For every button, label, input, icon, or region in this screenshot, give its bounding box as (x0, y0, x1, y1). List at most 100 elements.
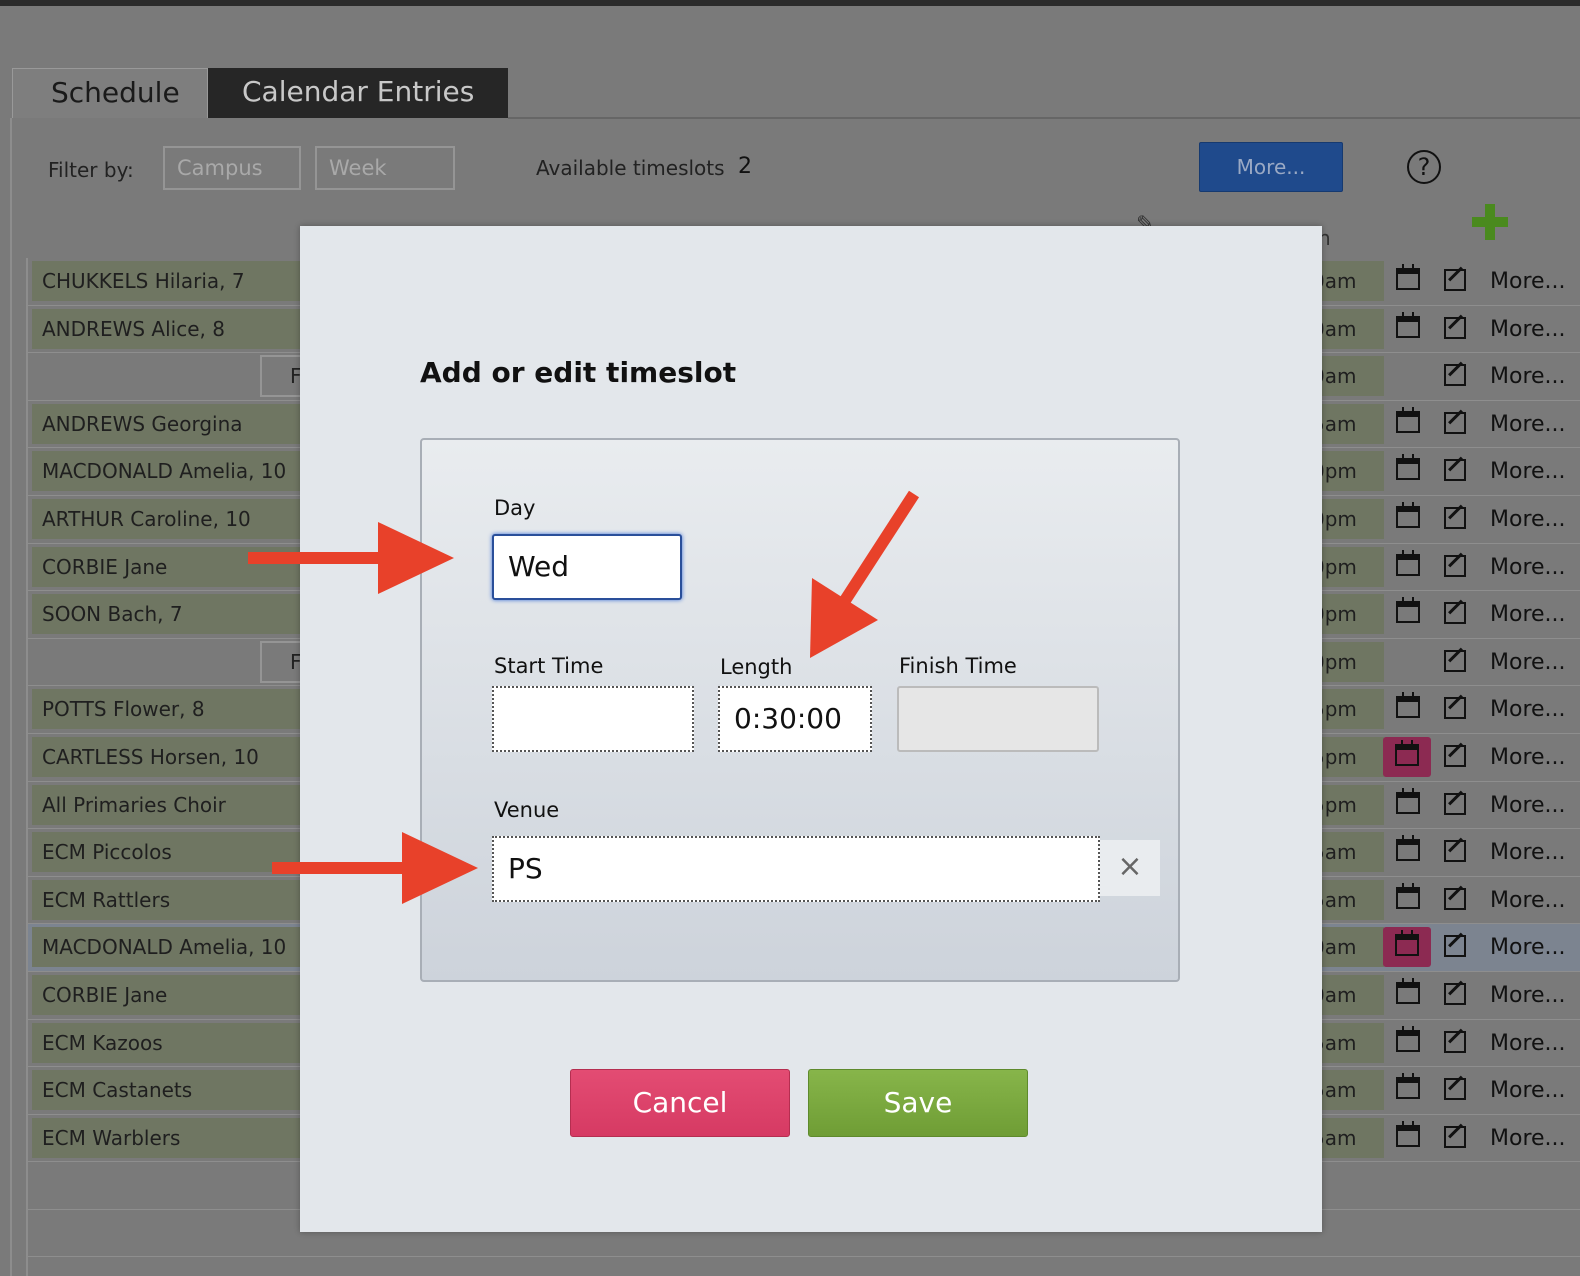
calendar-icon[interactable] (1396, 882, 1420, 909)
add-plus-icon[interactable] (1472, 204, 1508, 240)
calendar-icon[interactable] (1396, 311, 1420, 338)
edit-icon[interactable] (1444, 840, 1466, 863)
tab-divider (508, 117, 1580, 119)
edit-icon[interactable] (1444, 459, 1466, 482)
save-button[interactable]: Save (808, 1069, 1028, 1137)
more-button[interactable]: More... (1199, 142, 1343, 192)
row-more-link[interactable]: More... (1490, 1020, 1566, 1067)
calendar-icon[interactable] (1396, 835, 1420, 862)
row-name[interactable]: SOON Bach, 7 (32, 594, 332, 635)
calendar-icon[interactable] (1396, 1120, 1420, 1147)
row-more-link[interactable]: More... (1490, 591, 1566, 638)
start-time-label: Start Time (494, 654, 604, 678)
edit-icon[interactable] (1444, 1125, 1466, 1148)
calendar-icon[interactable] (1396, 549, 1420, 576)
row-more-link[interactable]: More... (1490, 782, 1566, 829)
edit-icon[interactable] (1444, 935, 1466, 958)
venue-field[interactable]: PS (492, 836, 1100, 902)
row-more-link[interactable]: More... (1490, 924, 1566, 971)
edit-icon[interactable] (1444, 1030, 1466, 1053)
finish-time-field (897, 686, 1099, 752)
start-time-field[interactable] (492, 686, 694, 752)
tab-calendar-entries[interactable]: Calendar Entries (208, 68, 508, 118)
edit-icon[interactable] (1444, 744, 1466, 767)
row-more-link[interactable]: More... (1490, 734, 1566, 781)
row-name[interactable]: ECM Kazoos (32, 1022, 332, 1063)
row-name[interactable]: CARTLESS Horsen, 10 (32, 736, 332, 777)
row-name[interactable]: ECM Warblers (32, 1117, 332, 1158)
row-name[interactable]: ANDREWS Alice, 8 (32, 308, 332, 349)
row-name[interactable]: ANDREWS Georgina (32, 403, 332, 444)
edit-icon[interactable] (1444, 697, 1466, 720)
dialog-title: Add or edit timeslot (420, 356, 737, 389)
available-timeslots-count: 2 (738, 154, 752, 179)
row-more-link[interactable]: More... (1490, 544, 1566, 591)
row-more-link[interactable]: More... (1490, 877, 1566, 924)
row-more-link[interactable]: More... (1490, 639, 1566, 686)
calendar-icon[interactable] (1396, 1025, 1420, 1052)
window-top-bar (0, 0, 1580, 6)
calendar-icon[interactable] (1396, 597, 1420, 624)
length-field[interactable]: 0:30:00 (718, 686, 872, 752)
calendar-icon (1395, 930, 1419, 957)
row-more-link[interactable]: More... (1490, 306, 1566, 353)
timeslot-dialog: Add or edit timeslot Day Wed Start Time … (300, 226, 1322, 1232)
row-more-link[interactable]: More... (1490, 496, 1566, 543)
calendar-active-button[interactable] (1383, 736, 1431, 777)
venue-label: Venue (494, 798, 560, 822)
row-name[interactable]: MACDONALD Amelia, 10 (32, 451, 332, 492)
edit-icon[interactable] (1444, 649, 1466, 672)
clear-venue-icon[interactable]: × (1100, 840, 1160, 896)
row-name[interactable]: CORBIE Jane (32, 974, 332, 1015)
row-more-link[interactable]: More... (1490, 1115, 1566, 1162)
calendar-icon[interactable] (1396, 692, 1420, 719)
calendar-icon[interactable] (1396, 406, 1420, 433)
row-name[interactable]: CHUKKELS Hilaria, 7 (32, 261, 332, 301)
edit-icon[interactable] (1444, 269, 1466, 291)
row-more-link[interactable]: More... (1490, 1067, 1566, 1114)
row-more-link[interactable]: More... (1490, 686, 1566, 733)
edit-icon[interactable] (1444, 887, 1466, 910)
calendar-icon[interactable] (1396, 264, 1420, 290)
calendar-icon[interactable] (1396, 1073, 1420, 1100)
edit-icon[interactable] (1444, 364, 1466, 387)
week-filter-input[interactable]: Week (315, 146, 455, 190)
available-timeslots-label: Available timeslots (536, 156, 725, 180)
campus-filter-input[interactable]: Campus (163, 146, 301, 190)
row-more-link[interactable]: More... (1490, 972, 1566, 1019)
edit-icon[interactable] (1444, 506, 1466, 529)
tab-schedule[interactable]: Schedule (12, 68, 208, 118)
edit-icon[interactable] (1444, 1078, 1466, 1101)
edit-icon[interactable] (1444, 602, 1466, 625)
panel-border (10, 118, 12, 1276)
day-field[interactable]: Wed (492, 534, 682, 600)
row-more-link[interactable]: More... (1490, 401, 1566, 448)
row-name[interactable]: MACDONALD Amelia, 10 (32, 927, 332, 968)
row-more-link[interactable]: More... (1490, 829, 1566, 876)
row-name[interactable]: All Primaries Choir (32, 784, 332, 825)
filter-label: Filter by: (48, 158, 134, 182)
row-name[interactable]: POTTS Flower, 8 (32, 689, 332, 730)
row-more-link[interactable]: More... (1490, 448, 1566, 495)
edit-icon[interactable] (1444, 554, 1466, 577)
calendar-icon[interactable] (1396, 787, 1420, 814)
edit-icon[interactable] (1444, 411, 1466, 434)
row-name[interactable]: ECM Castanets (32, 1070, 332, 1111)
calendar-icon (1395, 739, 1419, 766)
row-more-link[interactable]: More... (1490, 353, 1566, 400)
annotation-arrow-length (810, 490, 920, 658)
calendar-icon[interactable] (1396, 454, 1420, 481)
help-icon[interactable]: ? (1407, 150, 1441, 184)
calendar-icon[interactable] (1396, 977, 1420, 1004)
edit-icon[interactable] (1444, 792, 1466, 815)
calendar-active-button[interactable] (1383, 927, 1431, 968)
calendar-icon[interactable] (1396, 501, 1420, 528)
day-label: Day (494, 496, 536, 520)
annotation-arrow-day (248, 522, 454, 594)
length-label: Length (720, 655, 793, 679)
edit-icon[interactable] (1444, 982, 1466, 1005)
row-more-link[interactable]: More... (1490, 258, 1566, 305)
edit-icon[interactable] (1444, 316, 1466, 339)
annotation-arrow-venue (272, 832, 478, 904)
cancel-button[interactable]: Cancel (570, 1069, 790, 1137)
